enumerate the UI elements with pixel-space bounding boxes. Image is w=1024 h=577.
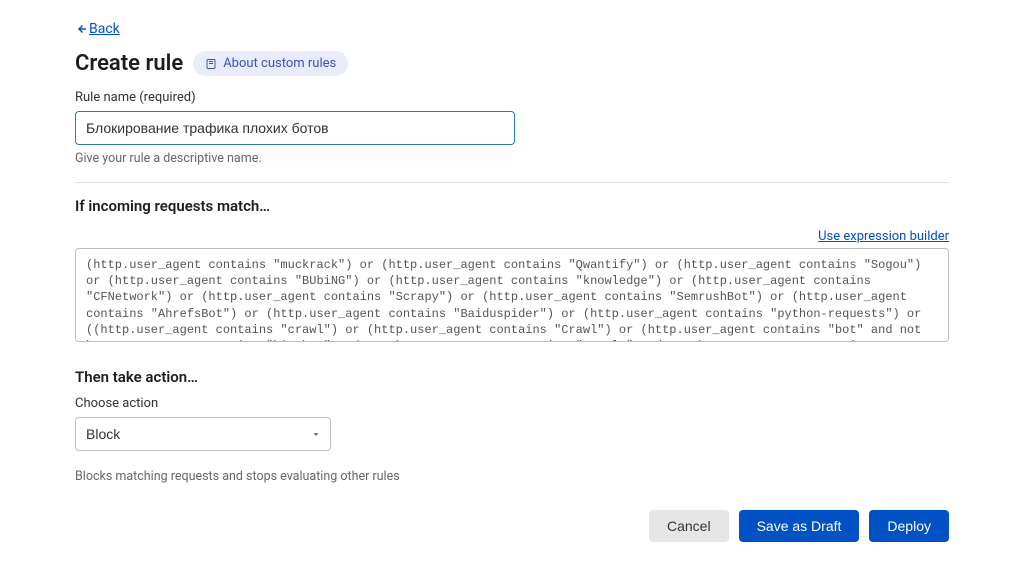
action-description: Blocks matching requests and stops evalu… xyxy=(75,469,949,484)
about-pill-label: About custom rules xyxy=(223,56,336,71)
expression-editor[interactable] xyxy=(75,248,949,342)
expression-builder-link[interactable]: Use expression builder xyxy=(818,229,949,244)
arrow-left-icon xyxy=(75,23,87,35)
about-custom-rules-button[interactable]: About custom rules xyxy=(193,51,348,76)
save-draft-button[interactable]: Save as Draft xyxy=(739,510,860,542)
book-icon xyxy=(205,58,217,70)
action-select[interactable]: Block xyxy=(75,417,331,451)
deploy-button[interactable]: Deploy xyxy=(869,510,949,542)
choose-action-label: Choose action xyxy=(75,396,949,411)
rule-name-input[interactable] xyxy=(75,111,515,145)
action-section-title: Then take action… xyxy=(75,368,949,386)
back-link[interactable]: Back xyxy=(75,21,120,37)
divider xyxy=(75,182,949,183)
page-title: Create rule xyxy=(75,51,183,76)
rule-name-label: Rule name (required) xyxy=(75,90,949,105)
match-section-title: If incoming requests match… xyxy=(75,197,949,215)
cancel-button[interactable]: Cancel xyxy=(649,510,729,542)
rule-name-hint: Give your rule a descriptive name. xyxy=(75,151,949,166)
back-link-label: Back xyxy=(89,21,120,37)
